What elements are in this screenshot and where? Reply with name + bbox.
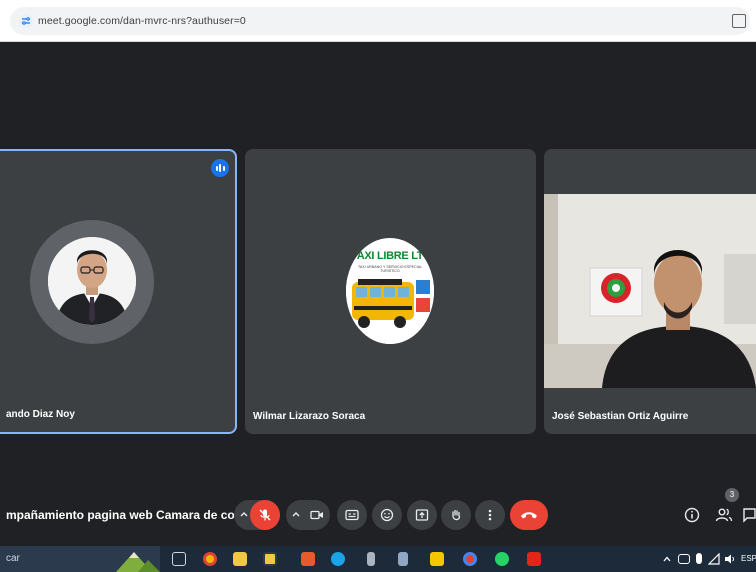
more-vert-icon xyxy=(488,509,492,521)
captions-button[interactable] xyxy=(337,500,367,530)
avatar xyxy=(48,237,136,325)
participant-name: José Sebastian Ortiz Aguirre xyxy=(552,411,689,422)
video-options-button[interactable] xyxy=(286,500,306,530)
participant-tile-1[interactable]: ando Diaz Noy xyxy=(0,149,237,434)
call-end-icon xyxy=(521,512,537,519)
participant-count-badge: 3 xyxy=(725,488,739,502)
microphone-toggle-button[interactable] xyxy=(250,500,280,530)
closed-captions-icon xyxy=(345,509,359,521)
volume-icon[interactable] xyxy=(724,553,736,565)
folder-icon[interactable] xyxy=(263,552,277,566)
meeting-details-button[interactable] xyxy=(682,505,702,525)
chevron-up-icon[interactable] xyxy=(662,554,672,564)
leave-call-button[interactable] xyxy=(510,500,548,530)
chrome-profile-icon[interactable] xyxy=(463,552,477,566)
meeting-title: mpañamiento pagina web Camara de co... xyxy=(6,508,245,522)
camera-toggle-button[interactable] xyxy=(306,500,328,530)
file-explorer-icon[interactable] xyxy=(233,552,247,566)
wifi-icon[interactable] xyxy=(708,553,720,565)
avatar: AXI LIBRE LT TAXI URBANO Y SERVICIO ESPE… xyxy=(346,238,434,344)
people-icon xyxy=(715,508,733,522)
office-icon[interactable] xyxy=(301,552,315,566)
os-taskbar: car ESP xyxy=(0,546,756,572)
recycle-bin-icon[interactable] xyxy=(367,552,375,566)
battery-icon[interactable] xyxy=(678,554,690,564)
screen: meet.google.com/dan-mvrc-nrs?authuser=0 xyxy=(0,0,756,572)
participant-tile-2[interactable]: AXI LIBRE LT TAXI URBANO Y SERVICIO ESPE… xyxy=(245,149,536,434)
videocam-icon xyxy=(310,510,323,520)
taskbar-search-text: car xyxy=(6,553,20,564)
people-button[interactable] xyxy=(714,505,734,525)
taskbar-search-box[interactable]: car xyxy=(0,546,160,572)
chat-icon xyxy=(743,508,756,523)
logo-subtitle: TAXI URBANO Y SERVICIO ESPECIAL TURISTIC… xyxy=(357,265,423,273)
tab-icon[interactable] xyxy=(732,14,746,28)
language-indicator[interactable]: ESP xyxy=(741,554,756,563)
edge-icon[interactable] xyxy=(331,552,345,566)
chat-button[interactable] xyxy=(742,505,756,525)
task-view-icon[interactable] xyxy=(172,552,186,566)
chevron-up-icon xyxy=(240,512,248,517)
present-to-all-icon xyxy=(415,509,429,521)
reactions-button[interactable] xyxy=(372,500,402,530)
school-bus-icon xyxy=(346,276,434,344)
microphone-tray-icon[interactable] xyxy=(696,553,702,564)
info-icon xyxy=(684,507,700,523)
chevron-up-icon xyxy=(292,512,300,517)
participant-tile-3[interactable]: José Sebastian Ortiz Aguirre xyxy=(544,149,756,434)
whatsapp-icon[interactable] xyxy=(495,552,509,566)
chrome-icon[interactable] xyxy=(203,552,217,566)
acrobat-icon[interactable] xyxy=(527,552,541,566)
browser-toolbar: meet.google.com/dan-mvrc-nrs?authuser=0 xyxy=(0,0,756,42)
sticky-notes-icon[interactable] xyxy=(430,552,444,566)
present-screen-button[interactable] xyxy=(407,500,437,530)
address-bar[interactable]: meet.google.com/dan-mvrc-nrs?authuser=0 xyxy=(10,7,750,35)
participant-name: ando Diaz Noy xyxy=(6,409,75,420)
logo-title: AXI LIBRE LT xyxy=(356,250,424,262)
emoji-icon xyxy=(380,508,394,522)
participant-video xyxy=(544,194,756,388)
mic-off-icon xyxy=(259,509,271,521)
camera-control-group xyxy=(286,500,330,530)
more-options-button[interactable] xyxy=(475,500,505,530)
calculator-icon[interactable] xyxy=(398,552,408,566)
site-settings-icon[interactable] xyxy=(19,14,33,28)
speaking-indicator-icon xyxy=(211,159,229,177)
participant-name: Wilmar Lizarazo Soraca xyxy=(253,411,366,422)
raise-hand-button[interactable] xyxy=(441,500,471,530)
mountain-weather-icon xyxy=(116,552,160,572)
hand-icon xyxy=(452,509,461,521)
url-text[interactable]: meet.google.com/dan-mvrc-nrs?authuser=0 xyxy=(38,15,246,27)
